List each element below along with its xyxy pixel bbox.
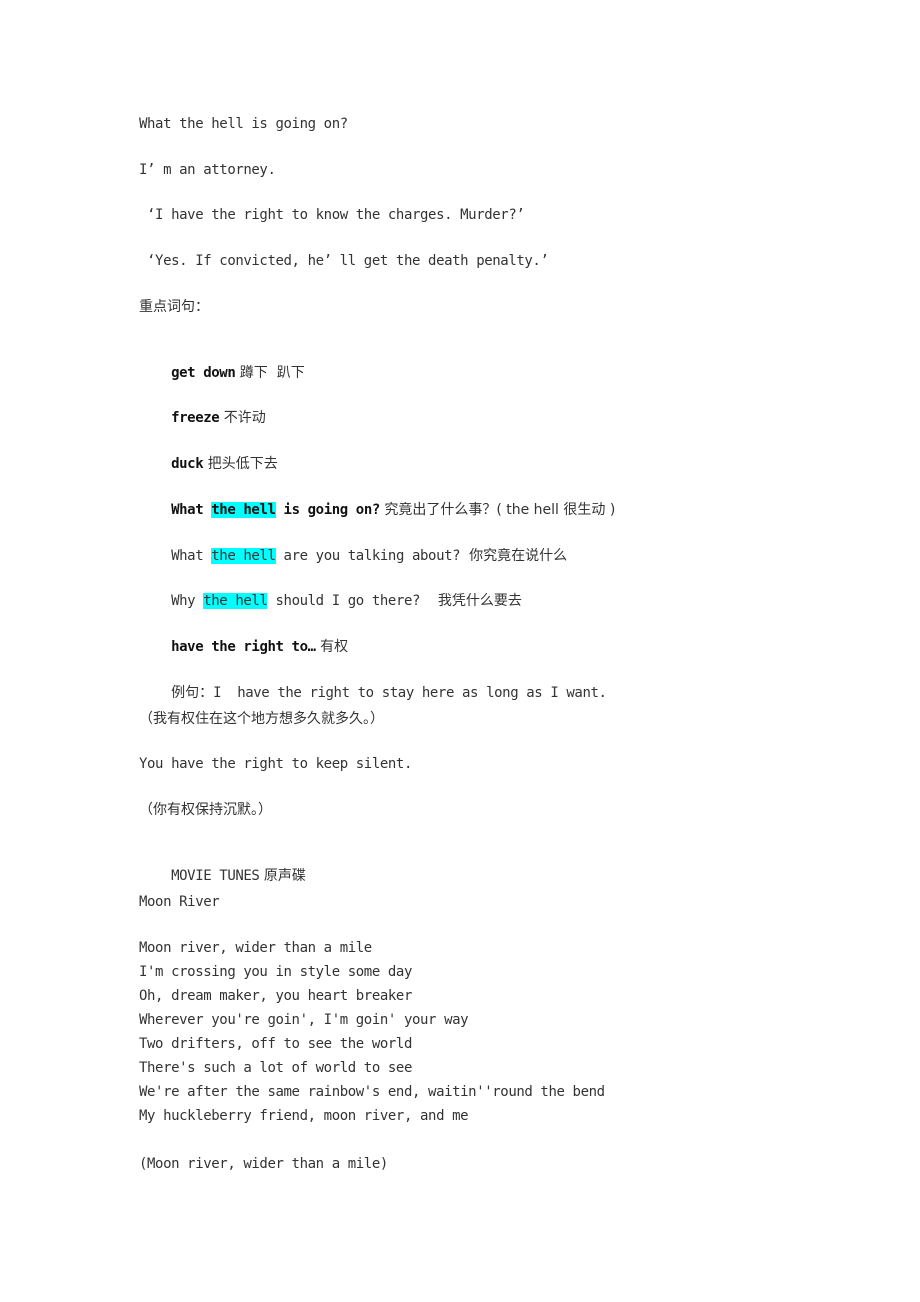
lyric-line: (Moon river, wider than a mile) bbox=[139, 1156, 388, 1172]
lyric-line: Wherever you're goin', I'm goin' your wa… bbox=[139, 1012, 469, 1028]
phrase-example: What the hell are you talking about? 你究竟… bbox=[139, 526, 567, 564]
vocab-meaning: 蹲下 趴下 bbox=[235, 365, 305, 381]
phrase-pre: Why bbox=[171, 593, 204, 609]
lyric-line: There's such a lot of world to see bbox=[139, 1060, 412, 1076]
example-text: I have the right to stay here as long as… bbox=[213, 685, 607, 701]
highlighted-phrase: the hell bbox=[203, 593, 268, 609]
vocab-meaning: 有权 bbox=[315, 639, 349, 655]
example-translation: （你有权保持沉默。） bbox=[139, 802, 272, 818]
highlighted-phrase: the hell bbox=[211, 502, 276, 518]
phrase-post: are you talking about? bbox=[275, 548, 461, 564]
song-title: Moon River bbox=[139, 894, 220, 910]
vocab-item: get down 蹲下 趴下 bbox=[139, 343, 305, 381]
vocab-term: have the right to… bbox=[171, 639, 316, 655]
phrase-translation: 我凭什么要去 bbox=[420, 593, 522, 609]
phrase-example: Why the hell should I go there? 我凭什么要去 bbox=[139, 571, 522, 609]
lyric-line: We're after the same rainbow's end, wait… bbox=[139, 1084, 605, 1100]
example-translation: （我有权住在这个地方想多久就多久。） bbox=[139, 711, 384, 727]
lyric-line: My huckleberry friend, moon river, and m… bbox=[139, 1108, 469, 1124]
lyric-line: Moon river, wider than a mile bbox=[139, 940, 372, 956]
highlighted-phrase: the hell bbox=[211, 548, 276, 564]
phrase-post: should I go there? bbox=[267, 593, 421, 609]
phrase-post: is going on? bbox=[275, 502, 381, 518]
phrase-translation: 你究竟在说什么 bbox=[460, 548, 568, 564]
dialogue-line: I’ m an attorney. bbox=[139, 162, 276, 178]
dialogue-line: ‘I have the right to know the charges. M… bbox=[139, 207, 525, 223]
vocab-item: duck 把头低下去 bbox=[139, 434, 278, 472]
phrase-pre: What bbox=[171, 548, 212, 564]
phrase-pre: What bbox=[171, 502, 212, 518]
movie-tunes-cn: 原声碟 bbox=[259, 868, 306, 884]
movie-tunes-en: MOVIE TUNES bbox=[171, 868, 260, 884]
lyric-line: Oh, dream maker, you heart breaker bbox=[139, 988, 412, 1004]
vocab-item: freeze 不许动 bbox=[139, 388, 266, 426]
phrase-translation: 究竟出了什么事？( the hell 很生动 ) bbox=[379, 502, 616, 518]
movie-tunes-heading: MOVIE TUNES 原声碟 bbox=[139, 846, 306, 884]
vocab-term: freeze bbox=[171, 410, 220, 426]
dialogue-line: What the hell is going on? bbox=[139, 116, 348, 132]
section-heading: 重点词句： bbox=[139, 299, 209, 315]
example-label: 例句： bbox=[171, 685, 214, 701]
example-sentence: You have the right to keep silent. bbox=[139, 756, 412, 772]
vocab-term: duck bbox=[171, 456, 204, 472]
phrase-example: What the hell is going on? 究竟出了什么事？( the… bbox=[139, 480, 615, 518]
dialogue-line: ‘Yes. If convicted, he’ ll get the death… bbox=[139, 253, 549, 269]
lyric-line: I'm crossing you in style some day bbox=[139, 964, 412, 980]
vocab-term: get down bbox=[171, 365, 236, 381]
vocab-meaning: 把头低下去 bbox=[203, 456, 278, 472]
example-sentence: 例句：I have the right to stay here as long… bbox=[139, 663, 607, 701]
vocab-item: have the right to… 有权 bbox=[139, 617, 348, 655]
lyric-line: Two drifters, off to see the world bbox=[139, 1036, 412, 1052]
vocab-meaning: 不许动 bbox=[219, 410, 266, 426]
